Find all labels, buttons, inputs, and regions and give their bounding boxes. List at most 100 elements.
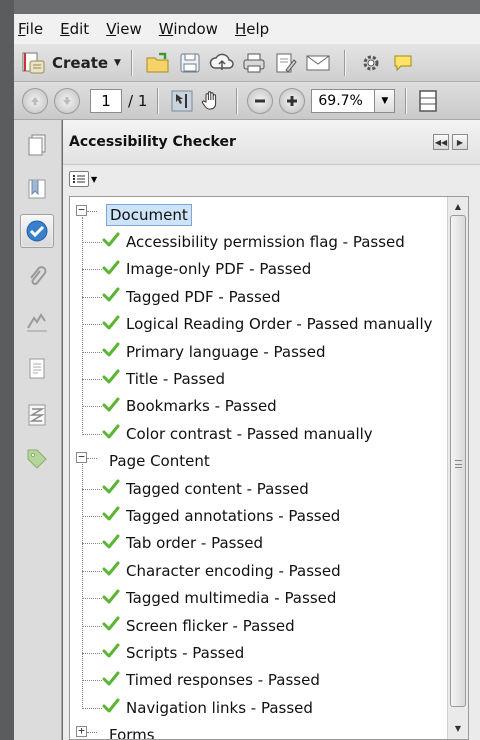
tree-group: − Document Accessibility permission flag -… bbox=[70, 201, 446, 448]
attachments-icon[interactable] bbox=[20, 260, 54, 294]
menu-bar: File Edit View Window Help bbox=[14, 14, 480, 44]
previous-page-button[interactable] bbox=[22, 87, 48, 114]
tree-connector bbox=[82, 707, 102, 709]
tree-item[interactable]: Title - Passed bbox=[70, 365, 446, 392]
tree-item-label: Screen flicker - Passed bbox=[126, 616, 295, 635]
tree-connector bbox=[82, 406, 102, 408]
tree-connector bbox=[87, 457, 97, 459]
tree-group-row[interactable]: − Document bbox=[70, 201, 446, 228]
tree-item[interactable]: Color contrast - Passed manually bbox=[70, 420, 446, 447]
tags-icon[interactable] bbox=[20, 442, 54, 476]
tree-item[interactable]: Tagged PDF - Passed bbox=[70, 283, 446, 310]
chevron-down-icon[interactable]: ▼ bbox=[91, 175, 97, 184]
tree-group: − Page Content Tagged content - Passed Tagg… bbox=[70, 448, 446, 722]
tree-item[interactable]: Logical Reading Order - Passed manually bbox=[70, 311, 446, 338]
scroll-down-icon[interactable]: ▼ bbox=[450, 720, 466, 736]
scroll-up-icon[interactable]: ▲ bbox=[450, 198, 466, 214]
tree-item[interactable]: Scripts - Passed bbox=[70, 639, 446, 666]
comment-icon[interactable] bbox=[387, 49, 419, 77]
collapse-icon[interactable]: − bbox=[76, 204, 87, 216]
email-icon[interactable] bbox=[302, 49, 334, 77]
tree-item-label: Timed responses - Passed bbox=[126, 671, 320, 690]
pages-icon[interactable] bbox=[20, 128, 54, 162]
tree-item[interactable]: Tagged annotations - Passed bbox=[70, 502, 446, 529]
next-page-button[interactable] bbox=[54, 87, 80, 114]
zoom-in-button[interactable] bbox=[279, 87, 306, 114]
menu-window[interactable]: Window bbox=[159, 20, 218, 38]
menu-edit[interactable]: Edit bbox=[60, 20, 89, 38]
check-icon bbox=[102, 424, 120, 439]
chevron-down-icon: ▼ bbox=[381, 95, 389, 106]
tree-item-label: Primary language - Passed bbox=[126, 342, 326, 361]
panel-menu-button[interactable]: ▶ bbox=[452, 134, 468, 150]
tree-item[interactable]: Tab order - Passed bbox=[70, 530, 446, 557]
tree-group-row[interactable]: − Page Content bbox=[70, 448, 446, 475]
arrow-down-icon bbox=[63, 96, 71, 105]
create-button[interactable]: Create ▼ bbox=[20, 48, 121, 78]
tree-item[interactable]: Accessibility permission flag - Passed bbox=[70, 228, 446, 255]
tree-group-label[interactable]: Document bbox=[106, 204, 192, 226]
check-icon bbox=[102, 287, 120, 302]
collapse-panel-button[interactable]: ◀◀ bbox=[433, 134, 449, 150]
zoom-out-button[interactable] bbox=[247, 87, 274, 114]
vertical-scrollbar[interactable]: ▲ ▼ bbox=[447, 197, 468, 739]
check-icon bbox=[102, 643, 120, 658]
tree-item[interactable]: Bookmarks - Passed bbox=[70, 393, 446, 420]
plus-icon bbox=[287, 95, 298, 106]
create-label: Create bbox=[52, 53, 109, 72]
cloud-upload-icon[interactable] bbox=[206, 49, 238, 77]
tree-item-label: Bookmarks - Passed bbox=[126, 397, 277, 416]
tree-connector bbox=[82, 653, 102, 655]
tree-item[interactable]: Primary language - Passed bbox=[70, 338, 446, 365]
bookmarks-icon[interactable] bbox=[20, 172, 54, 206]
signatures-icon[interactable] bbox=[20, 306, 54, 340]
collapse-icon[interactable]: − bbox=[76, 451, 87, 463]
main-toolbar: Create ▼ bbox=[14, 44, 480, 82]
tree-item-label: Tab order - Passed bbox=[126, 534, 264, 553]
tree-item[interactable]: Navigation links - Passed bbox=[70, 694, 446, 721]
content-icon[interactable] bbox=[20, 352, 54, 386]
print-icon[interactable] bbox=[238, 49, 270, 77]
create-pdf-icon bbox=[20, 51, 46, 75]
options-button[interactable] bbox=[69, 171, 89, 187]
zoom-dropdown-button[interactable]: ▼ bbox=[375, 88, 396, 113]
tree-item-label: Scripts - Passed bbox=[126, 644, 245, 663]
fit-page-icon[interactable] bbox=[416, 87, 440, 115]
open-folder-icon[interactable] bbox=[142, 49, 174, 77]
settings-icon[interactable] bbox=[355, 49, 387, 77]
check-icon bbox=[102, 232, 120, 247]
tree-item[interactable]: Image-only PDF - Passed bbox=[70, 256, 446, 283]
tree-item[interactable]: Tagged content - Passed bbox=[70, 475, 446, 502]
hand-tool-icon[interactable] bbox=[196, 87, 226, 115]
panel-options-bar: ▼ bbox=[63, 165, 480, 193]
page-number-input[interactable]: 1 bbox=[90, 88, 122, 113]
select-tool-icon[interactable] bbox=[168, 87, 196, 115]
tree-group-label[interactable]: Forms bbox=[106, 725, 158, 739]
check-icon bbox=[102, 315, 120, 330]
sign-icon[interactable] bbox=[270, 49, 302, 77]
save-icon[interactable] bbox=[174, 49, 206, 77]
check-icon bbox=[102, 698, 120, 713]
results-tree: − Document Accessibility permission flag -… bbox=[69, 196, 469, 740]
menu-view[interactable]: View bbox=[106, 20, 142, 38]
tree-item[interactable]: Character encoding - Passed bbox=[70, 557, 446, 584]
scrollbar-thumb[interactable] bbox=[450, 215, 466, 707]
tree-connector bbox=[82, 625, 102, 627]
order-icon[interactable] bbox=[20, 398, 54, 432]
check-icon bbox=[102, 671, 120, 686]
tree-group-label[interactable]: Page Content bbox=[106, 451, 213, 471]
panel-title: Accessibility Checker bbox=[69, 134, 236, 150]
menu-file[interactable]: File bbox=[18, 20, 43, 38]
tree-item[interactable]: Screen flicker - Passed bbox=[70, 612, 446, 639]
menu-help[interactable]: Help bbox=[235, 20, 269, 38]
panel-header: Accessibility Checker ◀◀ ▶ bbox=[63, 120, 480, 165]
tree-item[interactable]: Tagged multimedia - Passed bbox=[70, 585, 446, 612]
zoom-input[interactable]: 69.7% bbox=[311, 88, 376, 113]
accessibility-icon[interactable] bbox=[20, 214, 54, 248]
tree-group-row[interactable]: + Forms bbox=[70, 722, 446, 739]
tree-item[interactable]: Timed responses - Passed bbox=[70, 667, 446, 694]
check-icon bbox=[102, 616, 120, 631]
tree-connector bbox=[82, 351, 102, 353]
expand-icon[interactable]: + bbox=[76, 725, 87, 737]
tree-item-label: Tagged multimedia - Passed bbox=[126, 589, 337, 608]
